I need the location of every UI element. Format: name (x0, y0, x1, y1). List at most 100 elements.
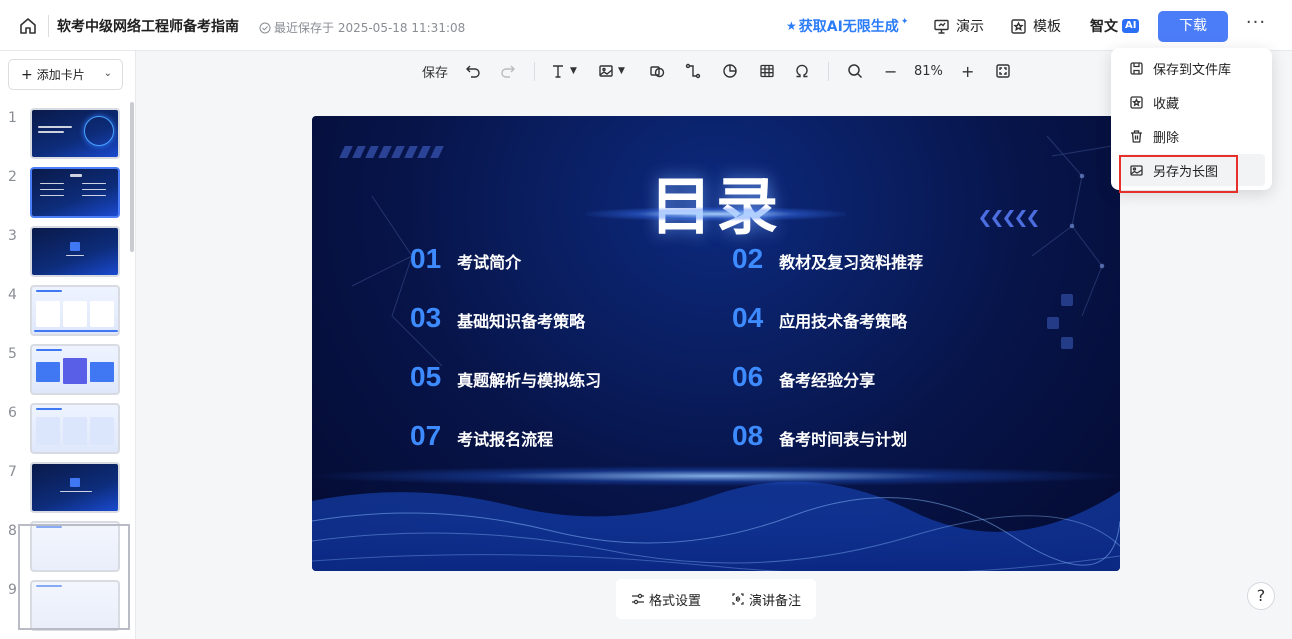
zoom-out-button[interactable]: − (884, 62, 897, 81)
slide-thumbnail-row[interactable]: 7 (0, 462, 130, 516)
sliders-icon (631, 593, 644, 605)
template-label: 模板 (1033, 19, 1061, 35)
table-icon (760, 64, 774, 78)
menu-item-delete[interactable]: 删除 (1119, 120, 1265, 152)
add-card-button[interactable]: + 添加卡片 ⌄ (8, 59, 123, 90)
undo-icon (466, 65, 480, 78)
document-title[interactable]: 软考中级网络工程师备考指南 (57, 16, 239, 36)
slide-title[interactable]: 目录 (312, 156, 1120, 246)
thumbnail-number: 5 (8, 346, 17, 362)
menu-item-save-to-library[interactable]: 保存到文件库 (1119, 52, 1265, 84)
slide-sidebar: + 添加卡片 ⌄ 1 2 3 4 5 6 7 8 9 (0, 51, 136, 639)
save-icon (1130, 61, 1143, 75)
plus-icon: + (21, 66, 33, 83)
present-label: 演示 (956, 19, 984, 35)
toc-number: 03 (410, 302, 442, 333)
save-button[interactable]: 保存 (422, 62, 448, 81)
present-button[interactable]: 演示 (933, 16, 984, 36)
omega-icon (796, 64, 808, 78)
thumbnail-selection-box (18, 524, 130, 630)
toc-text: 备考经验分享 (779, 371, 876, 390)
slide-thumbnail[interactable] (30, 462, 120, 513)
ai-badge: AI (1122, 19, 1140, 33)
help-button[interactable]: ? (1247, 582, 1275, 610)
header-divider (48, 15, 49, 37)
more-menu-button[interactable]: ··· (1244, 14, 1268, 36)
title-glow (586, 207, 846, 221)
slide-thumbnail[interactable] (30, 344, 120, 395)
zoom-in-button[interactable]: + (961, 62, 974, 81)
menu-item-label: 收藏 (1153, 96, 1180, 112)
menu-item-favorite[interactable]: 收藏 (1119, 86, 1265, 118)
toc-item[interactable]: 07 考试报名流程 (410, 420, 553, 452)
ai-promo-text: 获取AI无限生成 (798, 19, 899, 35)
star-icon (1130, 95, 1143, 109)
connector-tool[interactable] (685, 62, 701, 80)
toc-number: 02 (732, 243, 764, 274)
redo-button[interactable] (500, 62, 516, 80)
highlight-annotation-box (1119, 155, 1238, 193)
ai-promo-link[interactable]: ★ 获取AI无限生成 ✦ (786, 16, 908, 36)
chart-tool[interactable] (722, 62, 738, 80)
toc-number: 05 (410, 361, 442, 392)
search-button[interactable] (847, 62, 863, 80)
toc-item[interactable]: 06 备考经验分享 (732, 361, 875, 393)
slide-thumbnail-row[interactable]: 1 (0, 108, 130, 162)
toc-item[interactable]: 02 教材及复习资料推荐 (732, 243, 923, 275)
caret-down-icon: ▼ (570, 66, 577, 76)
format-settings-label: 格式设置 (648, 593, 701, 609)
format-settings-button[interactable]: 格式设置 (631, 590, 701, 609)
thumbnail-number: 4 (8, 287, 17, 303)
slide-thumbnail-row[interactable]: 6 (0, 403, 130, 457)
slide-thumbnail-row[interactable]: 3 (0, 226, 130, 280)
toc-text: 应用技术备考策略 (779, 312, 908, 331)
text-tool[interactable]: ▼ (550, 62, 577, 80)
toc-number: 07 (410, 420, 442, 451)
toc-text: 考试报名流程 (457, 430, 554, 449)
template-button[interactable]: 模板 (1010, 16, 1061, 36)
square-decoration (1047, 317, 1059, 329)
shape-tool[interactable] (649, 62, 665, 80)
toc-item[interactable]: 05 真题解析与模拟练习 (410, 361, 601, 393)
download-button[interactable]: 下载 (1158, 11, 1228, 42)
zoom-level[interactable]: 81% (914, 62, 943, 80)
image-icon (599, 65, 613, 77)
toc-number: 06 (732, 361, 764, 392)
square-decoration (1061, 337, 1073, 349)
undo-button[interactable] (465, 62, 481, 80)
slide-bottom-bar: 格式设置 演讲备注 (616, 579, 816, 619)
save-status-text: 最近保存于 2025-05-18 11:31:08 (274, 21, 466, 35)
thumbnail-number: 1 (8, 110, 17, 126)
zhiwen-button[interactable]: 智文 AI (1090, 16, 1140, 36)
connector-icon (685, 63, 701, 79)
slide-thumbnail[interactable] (30, 108, 120, 159)
toc-text: 考试简介 (457, 253, 522, 272)
slide-thumbnail[interactable] (30, 403, 120, 454)
symbol-tool[interactable] (794, 62, 810, 80)
toc-item[interactable]: 01 考试简介 (410, 243, 521, 275)
slide-thumbnail-row[interactable]: 5 (0, 344, 130, 398)
zhiwen-label: 智文 (1090, 19, 1118, 35)
save-status: 最近保存于 2025-05-18 11:31:08 (259, 19, 465, 36)
slide-canvas[interactable]: 目录 01 考试简介 02 教材及复习资料推荐 03 基础知识备考策略 04 应… (312, 116, 1120, 571)
table-tool[interactable] (759, 62, 775, 80)
home-icon[interactable] (18, 16, 38, 36)
search-icon (848, 64, 863, 79)
toc-text: 备考时间表与计划 (779, 430, 908, 449)
toc-item[interactable]: 08 备考时间表与计划 (732, 420, 907, 452)
fit-screen-button[interactable] (995, 62, 1011, 80)
slide-thumbnail-row[interactable]: 4 (0, 285, 130, 339)
text-icon (553, 65, 563, 78)
slide-thumbnail-active[interactable] (30, 167, 120, 218)
sidebar-scrollbar[interactable] (130, 102, 134, 252)
slide-thumbnail-row[interactable]: 2 (0, 167, 130, 221)
toc-number: 01 (410, 243, 442, 274)
toc-item[interactable]: 04 应用技术备考策略 (732, 302, 907, 334)
image-tool[interactable]: ▼ (598, 62, 625, 80)
slide-thumbnail[interactable] (30, 226, 120, 277)
slide-thumbnail[interactable] (30, 285, 120, 336)
toc-text: 教材及复习资料推荐 (779, 253, 924, 272)
template-icon (1011, 18, 1026, 34)
toc-item[interactable]: 03 基础知识备考策略 (410, 302, 585, 334)
speaker-notes-button[interactable]: 演讲备注 (731, 590, 801, 609)
